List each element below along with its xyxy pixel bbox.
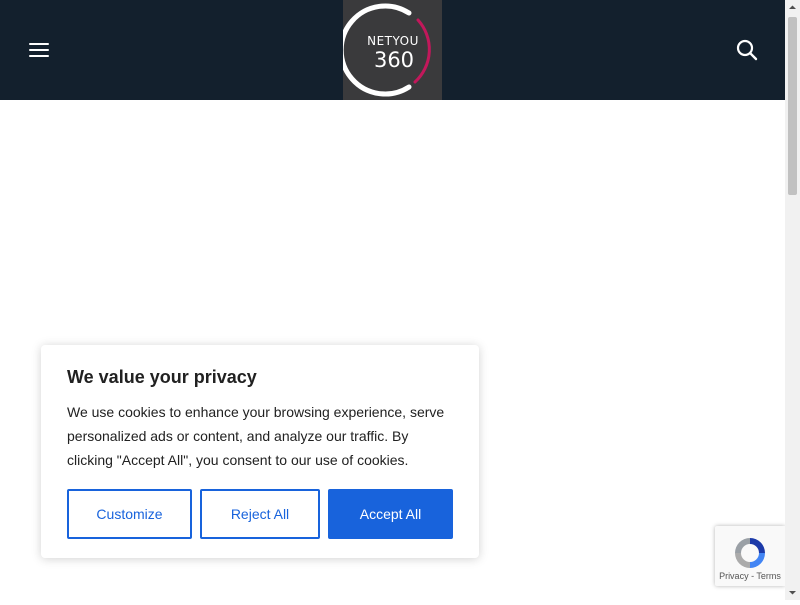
cookie-banner-title: We value your privacy (67, 367, 257, 387)
accept-all-button[interactable]: Accept All (328, 489, 453, 539)
recaptcha-links: Privacy - Terms (715, 571, 785, 581)
search-icon[interactable] (735, 38, 759, 62)
cookie-consent-banner: We value your privacy We use cookies to … (41, 345, 479, 558)
scroll-down-arrow-icon[interactable] (785, 585, 800, 600)
logo-text-360: 360 (374, 48, 414, 72)
recaptcha-icon (735, 538, 765, 568)
logo-ring-icon: NETYOU 360 (343, 3, 431, 97)
site-logo[interactable]: NETYOU 360 (343, 0, 442, 100)
vertical-scrollbar[interactable] (785, 0, 800, 600)
page: NETYOU 360 We value your privacy We use … (0, 0, 785, 600)
scroll-up-arrow-icon[interactable] (785, 0, 800, 15)
site-header: NETYOU 360 (0, 0, 785, 100)
hamburger-menu-icon[interactable] (29, 43, 49, 57)
scrollbar-thumb[interactable] (788, 17, 797, 195)
recaptcha-privacy-link[interactable]: Privacy (719, 571, 749, 581)
logo-text-netyou: NETYOU (367, 34, 419, 48)
reject-all-button[interactable]: Reject All (200, 489, 320, 539)
customize-button[interactable]: Customize (67, 489, 192, 539)
cookie-banner-text: We use cookies to enhance your browsing … (67, 404, 445, 468)
recaptcha-badge[interactable]: Privacy - Terms (715, 526, 785, 586)
recaptcha-terms-link[interactable]: Terms (756, 571, 781, 581)
